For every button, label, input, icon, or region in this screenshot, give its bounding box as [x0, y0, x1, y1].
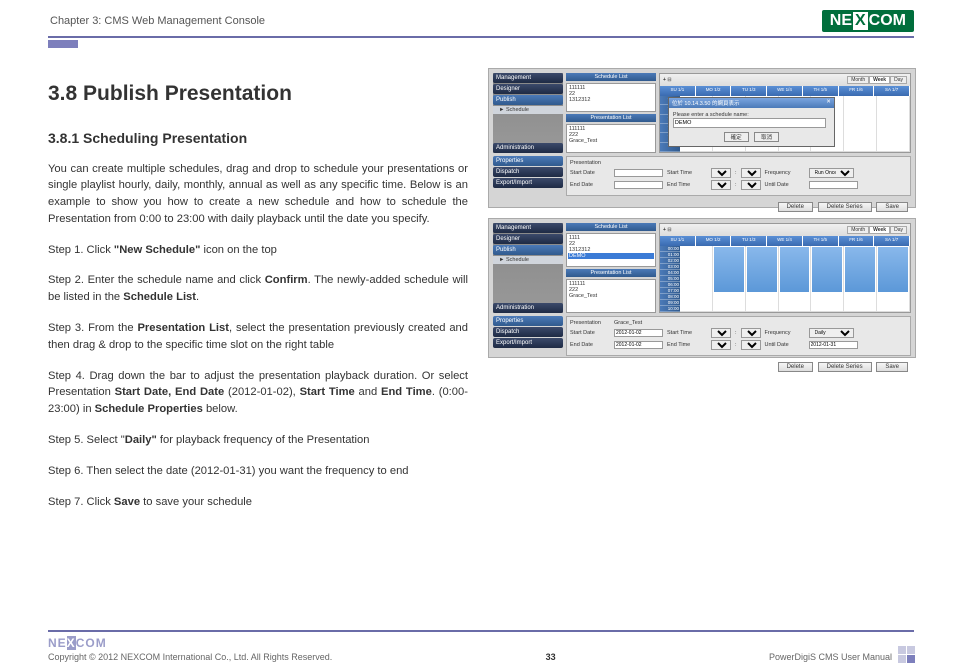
- tab-export[interactable]: Export/Import: [493, 178, 563, 188]
- end-m[interactable]: 0: [741, 180, 761, 190]
- menu-designer[interactable]: Designer: [493, 84, 563, 94]
- menu-schedule-2[interactable]: ► Schedule: [493, 256, 563, 264]
- delete-series-button[interactable]: Delete Series: [818, 202, 872, 212]
- footer-deco-icon: [898, 646, 914, 662]
- schedule-name-input[interactable]: [673, 118, 826, 128]
- menu-designer-2[interactable]: Designer: [493, 234, 563, 244]
- appointment[interactable]: [714, 247, 744, 292]
- copyright: Copyright © 2012 NEXCOM International Co…: [48, 652, 332, 662]
- tab-dispatch[interactable]: Dispatch: [493, 167, 563, 177]
- calendar-grid-2[interactable]: + ⊟ MonthWeekDay SU 1/1MO 1/2TU 1/3WE 1/…: [659, 223, 911, 313]
- end-date-input-2[interactable]: [614, 341, 663, 349]
- screenshot-1: Management Designer Publish ► Schedule A…: [488, 68, 916, 208]
- end-h[interactable]: 0: [711, 180, 731, 190]
- start-m[interactable]: 0: [741, 168, 761, 178]
- new-schedule-icon[interactable]: +: [663, 77, 666, 83]
- schedule-list-2[interactable]: 1111221312312DEMO: [566, 233, 656, 267]
- chapter-title: Chapter 3: CMS Web Management Console: [50, 15, 265, 27]
- page-number: 33: [546, 652, 556, 662]
- end-date-input[interactable]: [614, 181, 663, 189]
- until-input-2[interactable]: [809, 341, 858, 349]
- schedule-list-label: Schedule List: [566, 73, 656, 81]
- manual-name: PowerDigiS CMS User Manual: [769, 652, 892, 662]
- step-2: Step 2. Enter the schedule name and clic…: [48, 272, 468, 306]
- freq-select[interactable]: Run Once: [809, 168, 854, 178]
- save-button[interactable]: Save: [876, 202, 908, 212]
- step-1: Step 1. Click "New Schedule" icon on the…: [48, 242, 468, 259]
- confirm-button[interactable]: 確定: [724, 132, 749, 142]
- intro-text: You can create multiple schedules, drag …: [48, 161, 468, 228]
- menu-schedule[interactable]: ► Schedule: [493, 106, 563, 114]
- tab-week[interactable]: Week: [869, 76, 890, 84]
- tab-day[interactable]: Day: [890, 76, 907, 84]
- step-5: Step 5. Select "Daily" for playback freq…: [48, 432, 468, 449]
- menu-management[interactable]: Management: [493, 73, 563, 83]
- footer-logo: NEXCOM: [48, 636, 332, 650]
- screenshot-2: Management Designer Publish ► Schedule A…: [488, 218, 916, 358]
- start-h[interactable]: 0: [711, 168, 731, 178]
- step-3: Step 3. From the Presentation List, sele…: [48, 320, 468, 354]
- step-4: Step 4. Drag down the bar to adjust the …: [48, 368, 468, 418]
- tab-properties[interactable]: Properties: [493, 156, 563, 166]
- start-date-input-2[interactable]: [614, 329, 663, 337]
- step-7: Step 7. Click Save to save your schedule: [48, 494, 468, 511]
- close-icon[interactable]: ✕: [826, 99, 831, 107]
- tab-month[interactable]: Month: [847, 76, 869, 84]
- step-6: Step 6. Then select the date (2012-01-31…: [48, 463, 468, 480]
- start-date-input[interactable]: [614, 169, 663, 177]
- freq-select-2[interactable]: Daily: [809, 328, 854, 338]
- presentation-list[interactable]: 111111222Grace_Test: [566, 124, 656, 153]
- menu-management-2[interactable]: Management: [493, 223, 563, 233]
- menu-publish[interactable]: Publish: [493, 95, 563, 105]
- brand-logo: NEXCOM: [822, 10, 914, 32]
- presentation-list-label: Presentation List: [566, 114, 656, 122]
- schedule-list[interactable]: 111111221312312: [566, 83, 656, 112]
- presentation-list-2[interactable]: 111111222Grace_Test: [566, 279, 656, 313]
- schedule-name-dialog: 位於 10.14.3.50 的網頁表示✕ Please enter a sche…: [668, 97, 835, 147]
- cancel-button[interactable]: 取消: [754, 132, 779, 142]
- menu-administration[interactable]: Administration: [493, 143, 563, 153]
- menu-publish-2[interactable]: Publish: [493, 245, 563, 255]
- subsection-title: 3.8.1 Scheduling Presentation: [48, 128, 468, 149]
- until-input[interactable]: [809, 181, 858, 189]
- delete-schedule-icon[interactable]: ⊟: [667, 77, 671, 83]
- delete-button[interactable]: Delete: [778, 202, 813, 212]
- section-title: 3.8 Publish Presentation: [48, 78, 468, 110]
- menu-administration-2[interactable]: Administration: [493, 303, 563, 313]
